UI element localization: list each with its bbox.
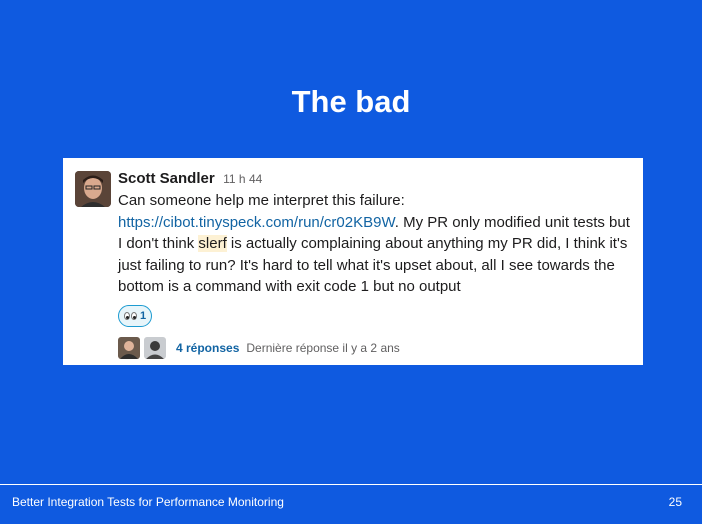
message-timestamp[interactable]: 11 h 44 xyxy=(223,172,262,186)
run-link[interactable]: https://cibot.tinyspeck.com/run/cr02KB9W xyxy=(118,214,395,231)
highlighted-word: slerf xyxy=(198,235,227,252)
message-header: Scott Sandler 11 h 44 xyxy=(118,170,638,188)
eyes-emoji-icon xyxy=(124,311,137,320)
message-card: Scott Sandler 11 h 44 Can someone help m… xyxy=(63,158,643,365)
page-number: 25 xyxy=(668,495,682,509)
reply-avatar-1 xyxy=(118,336,140,359)
message: Scott Sandler 11 h 44 Can someone help m… xyxy=(118,170,638,360)
message-body: Can someone help me interpret this failu… xyxy=(118,190,638,298)
reply-avatar-2 xyxy=(144,336,166,359)
thread-summary[interactable]: 4 réponses Dernière réponse il y a 2 ans xyxy=(118,336,638,360)
avatar[interactable] xyxy=(75,171,111,207)
author-name[interactable]: Scott Sandler xyxy=(118,170,215,187)
avatar-image xyxy=(75,171,111,207)
footer-divider xyxy=(0,484,702,485)
last-reply-text: Dernière réponse il y a 2 ans xyxy=(246,340,400,355)
message-line-1: Can someone help me interpret this failu… xyxy=(118,192,405,209)
reaction-button[interactable]: 1 xyxy=(118,304,153,327)
message-paragraph: https://cibot.tinyspeck.com/run/cr02KB9W… xyxy=(118,212,638,298)
replies-link[interactable]: 4 réponses xyxy=(176,341,239,355)
slide: The bad Scott Sandler 11 h 44 Can someon… xyxy=(0,0,702,524)
slide-title: The bad xyxy=(291,84,411,119)
reaction-count: 1 xyxy=(140,309,147,322)
footer-title: Better Integration Tests for Performance… xyxy=(12,495,284,509)
